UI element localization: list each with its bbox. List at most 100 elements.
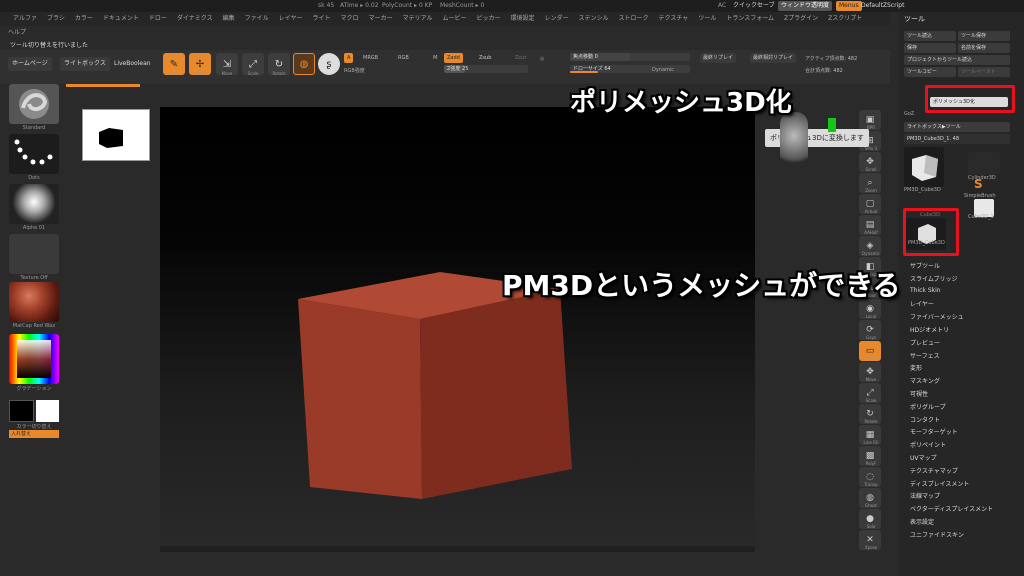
help-menu[interactable]: ヘルプ xyxy=(8,27,26,36)
head-navigator[interactable] xyxy=(780,112,808,172)
goz-button[interactable]: GoZ xyxy=(904,111,914,117)
subpalette-item[interactable]: ポリグループ xyxy=(910,402,946,411)
stroke-selector[interactable]: Dots xyxy=(9,134,59,181)
a-toggle[interactable]: A xyxy=(344,53,354,63)
zsub-toggle[interactable]: Zsub xyxy=(476,53,494,63)
stroke-button[interactable]: ʂ xyxy=(318,53,340,75)
menu-item[interactable]: マクロ xyxy=(335,12,363,26)
subpalette-item[interactable]: レイヤー xyxy=(910,299,934,308)
menu-item[interactable]: カラー xyxy=(70,12,98,26)
menu-item[interactable]: ブラシ xyxy=(42,12,70,26)
menu-item[interactable]: ドロー xyxy=(144,12,172,26)
brush-sphere-button[interactable]: ◍ xyxy=(293,53,315,75)
color-swatches[interactable]: カラー切り替え 入れ替え xyxy=(9,400,59,438)
subpalette-item[interactable]: サブツール xyxy=(910,261,940,270)
subpalette-item[interactable]: スライムブリッジ xyxy=(910,274,958,283)
subpalette-item[interactable]: ディスプレイスメント xyxy=(910,479,969,488)
tab-homepage[interactable]: ホームページ xyxy=(8,57,52,71)
menu-item[interactable]: アルファ xyxy=(8,12,42,26)
zadd-toggle[interactable]: Zadd xyxy=(444,53,463,63)
default-script-button[interactable]: DefaultZScript xyxy=(858,1,907,11)
subpalette-item[interactable]: HDジオメトリ xyxy=(910,325,949,334)
save-as-button[interactable]: 名前を保存 xyxy=(958,43,1010,53)
color-picker[interactable]: グラデーション xyxy=(9,334,59,392)
subpalette-item[interactable]: ベクターディスプレイスメント xyxy=(910,504,993,513)
menu-item[interactable]: ツール xyxy=(693,12,721,26)
edit-button[interactable]: ✎ Edit xyxy=(163,53,185,76)
subpalette-item[interactable]: Thick Skin xyxy=(910,287,941,294)
material-selector[interactable]: MatCap Red Wax xyxy=(9,282,59,329)
subpalette-item[interactable]: ポリペイント xyxy=(910,440,946,449)
tool-thumb-pm3d-cube[interactable] xyxy=(904,147,944,187)
viewport-canvas[interactable] xyxy=(160,107,755,552)
focal-shift-slider[interactable]: 焦点移動 0 xyxy=(570,53,690,61)
menu-item[interactable]: ライト xyxy=(307,12,335,26)
menu-item[interactable]: テクスチャ xyxy=(654,12,694,26)
menu-item[interactable]: ストローク xyxy=(614,12,654,26)
zcut-toggle[interactable]: Zcut xyxy=(512,53,529,63)
subpalette-item[interactable]: 可視性 xyxy=(910,389,928,398)
subpalette-item[interactable]: UVマップ xyxy=(910,453,937,462)
save-tool-button[interactable]: ツール保存 xyxy=(958,31,1010,41)
z-intensity-slider[interactable]: Z強度 25 xyxy=(444,65,528,73)
brush-selector[interactable]: Standard xyxy=(9,84,59,131)
window-transparency-button[interactable]: ウィンドウ透明度 xyxy=(778,1,833,11)
menu-item[interactable]: ステンシル xyxy=(574,12,614,26)
subpalette-item[interactable]: マスキング xyxy=(910,376,940,385)
draw-button[interactable]: ✢ Draw xyxy=(189,53,211,76)
current-tool-slider[interactable]: PM3D_Cube3D_1. 48 xyxy=(904,134,1010,144)
menu-item[interactable]: 環境設定 xyxy=(505,12,539,26)
paste-tool-button[interactable]: ツールペースト xyxy=(958,67,1010,77)
shelf-icon: ▤ xyxy=(865,220,875,230)
subpalette-item[interactable]: プレビュー xyxy=(910,338,940,347)
menu-item[interactable]: マーカー xyxy=(363,12,397,26)
menu-item[interactable]: ピッカー xyxy=(471,12,505,26)
scale-button[interactable]: ⤢ Scale xyxy=(242,53,264,76)
dynamic-label[interactable]: Dynamic xyxy=(652,67,674,73)
menu-item[interactable]: 編集 xyxy=(218,12,240,26)
load-tool-button[interactable]: ツール読込 xyxy=(904,31,956,41)
texture-selector[interactable]: Texture Off xyxy=(9,234,59,281)
shelf-icon: ⌕ xyxy=(867,178,873,188)
subpalette-item[interactable]: ファイバーメッシュ xyxy=(910,312,964,321)
subpalette-item[interactable]: コンタクト xyxy=(910,415,940,424)
mrgb-toggle[interactable]: MRGB xyxy=(360,53,381,63)
load-from-project-button[interactable]: プロジェクトからツール読込 xyxy=(904,55,1010,65)
secondary-color-swatch[interactable] xyxy=(36,400,59,422)
save-button[interactable]: 保存 xyxy=(904,43,956,53)
subpalette-item[interactable]: 法線マップ xyxy=(910,491,940,500)
main-color-swatch[interactable] xyxy=(9,400,34,422)
rgb-toggle[interactable]: RGB xyxy=(395,53,412,63)
tab-liveboolean[interactable]: LiveBoolean xyxy=(110,57,155,71)
subpalette-item[interactable]: モーフターゲット xyxy=(910,427,958,436)
copy-tool-button[interactable]: ツールコピー xyxy=(904,67,956,77)
tool-thumb-cylinder[interactable] xyxy=(968,152,1000,174)
simple-brush-icon[interactable]: S xyxy=(974,177,983,191)
menu-item[interactable]: レイヤー xyxy=(274,12,308,26)
menu-item[interactable]: ファイル xyxy=(240,12,274,26)
subpalette-item[interactable]: 表示設定 xyxy=(910,517,934,526)
alpha-selector[interactable]: Alpha 01 xyxy=(9,184,59,231)
replay-last-rel-button[interactable]: 最終相対リプレイ xyxy=(750,53,797,63)
swap-colors-button[interactable]: 入れ替え xyxy=(9,430,59,438)
menu-item[interactable]: ダイナミクス xyxy=(172,12,218,26)
menu-item[interactable]: Zスクリプト xyxy=(823,12,867,26)
subpalette-item[interactable]: ユニファイドスキン xyxy=(910,530,964,539)
move-button[interactable]: ⇲ Move xyxy=(216,53,238,76)
rotate-button[interactable]: ↻ Rotate xyxy=(268,53,290,76)
menu-item[interactable]: レンダー xyxy=(540,12,574,26)
subpalette-item[interactable]: サーフェス xyxy=(910,351,940,360)
subpalette-item[interactable]: 変形 xyxy=(910,363,922,372)
menu-item[interactable]: Zプラグイン xyxy=(779,12,823,26)
replay-last-button[interactable]: 最終リプレイ xyxy=(700,53,737,63)
subpalette-item[interactable]: テクスチャマップ xyxy=(910,466,958,475)
panel-title: ツール xyxy=(904,15,925,23)
m-toggle[interactable]: M xyxy=(430,53,440,63)
menu-item[interactable]: トランスフォーム xyxy=(721,12,779,26)
menu-item[interactable]: ドキュメント xyxy=(98,12,144,26)
lightbox-tools-button[interactable]: ライトボックス▶ツール xyxy=(904,122,1010,132)
tab-lightbox[interactable]: ライトボックス xyxy=(60,57,110,71)
quicksave-button[interactable]: クイックセーブ xyxy=(730,1,778,11)
menu-item[interactable]: ムービー xyxy=(437,12,471,26)
menu-item[interactable]: マテリアル xyxy=(398,12,438,26)
